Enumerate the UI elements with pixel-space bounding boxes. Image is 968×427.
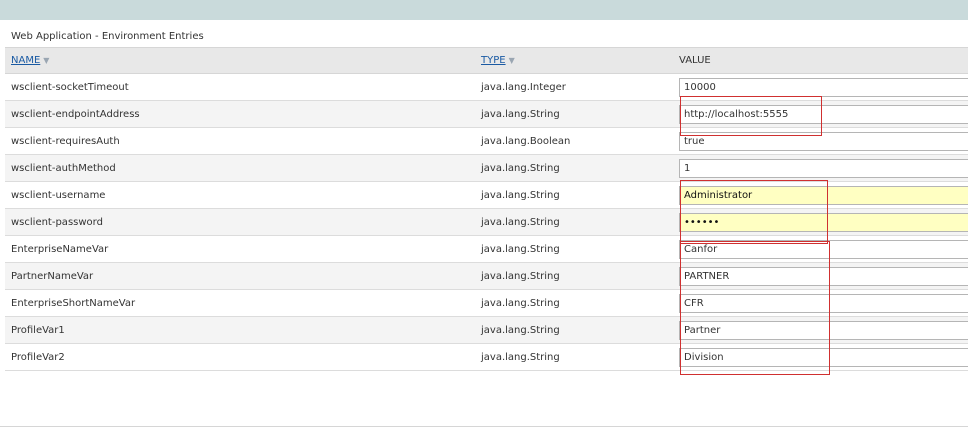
table-row: PartnerNameVar java.lang.String PARTNER: [5, 263, 968, 290]
entry-value-cell: 1: [679, 155, 968, 181]
entry-name: ProfileVar1: [11, 324, 65, 336]
panel-title: Web Application - Environment Entries: [11, 31, 204, 42]
table-row: wsclient-requiresAuth java.lang.Boolean tr…: [5, 128, 968, 155]
entry-value-cell: ••••••: [679, 209, 968, 235]
entry-value-cell: true: [679, 128, 968, 154]
table-row: wsclient-username java.lang.String Adminis…: [5, 182, 968, 209]
entry-type: java.lang.String: [481, 351, 560, 363]
table-row: wsclient-socketTimeout java.lang.Integer 1…: [5, 74, 968, 101]
entry-type: java.lang.String: [481, 297, 560, 309]
table-body: wsclient-socketTimeout java.lang.Integer 1…: [5, 74, 968, 371]
entry-name: ProfileVar2: [11, 351, 65, 363]
table-row: EnterpriseShortNameVar java.lang.String CF…: [5, 290, 968, 317]
column-header-type[interactable]: TYPE ▼: [481, 48, 515, 73]
environment-entries-table: NAME ▼ TYPE ▼ VALUE wsclient-socketTimeo…: [5, 47, 968, 371]
value-input[interactable]: Partner: [679, 320, 968, 340]
entry-type: java.lang.String: [481, 324, 560, 336]
table-row: wsclient-endpointAddress java.lang.String…: [5, 101, 968, 128]
entry-type: java.lang.String: [481, 189, 560, 201]
entry-value-cell: CFR: [679, 290, 968, 316]
entry-name: wsclient-authMethod: [11, 162, 116, 174]
entry-name: wsclient-username: [11, 189, 106, 201]
entry-value-cell: Partner: [679, 317, 968, 343]
entry-type: java.lang.String: [481, 216, 560, 228]
value-input[interactable]: CFR: [679, 293, 968, 313]
sort-down-icon[interactable]: ▼: [43, 56, 49, 65]
value-input[interactable]: Canfor: [679, 239, 968, 259]
value-input[interactable]: PARTNER: [679, 266, 968, 286]
entry-name: wsclient-requiresAuth: [11, 135, 120, 147]
entry-value-cell: http://localhost:5555: [679, 101, 968, 127]
entry-type: java.lang.Integer: [481, 81, 566, 93]
value-input[interactable]: Division: [679, 347, 968, 367]
entry-name: PartnerNameVar: [11, 270, 94, 282]
entry-value-cell: 10000: [679, 74, 968, 100]
password-field[interactable]: ••••••: [679, 212, 968, 232]
entry-name: wsclient-socketTimeout: [11, 81, 129, 93]
table-row: wsclient-authMethod java.lang.String 1: [5, 155, 968, 182]
entry-name: EnterpriseNameVar: [11, 243, 109, 255]
table-header: NAME ▼ TYPE ▼ VALUE: [5, 47, 968, 74]
entry-value-cell: Canfor: [679, 236, 968, 262]
column-header-value: VALUE: [679, 55, 711, 66]
value-input[interactable]: Administrator: [679, 185, 968, 205]
table-row: EnterpriseNameVar java.lang.String Canfor: [5, 236, 968, 263]
entry-type: java.lang.String: [481, 162, 560, 174]
entry-type: java.lang.String: [481, 243, 560, 255]
table-row: wsclient-password java.lang.String ••••••: [5, 209, 968, 236]
value-input[interactable]: http://localhost:5555: [679, 104, 968, 124]
entry-name: wsclient-password: [11, 216, 103, 228]
entry-value-cell: Administrator: [679, 182, 968, 208]
value-input[interactable]: 10000: [679, 77, 968, 97]
top-banner: [0, 0, 968, 20]
sort-by-type-link[interactable]: TYPE: [481, 55, 506, 66]
table-row: ProfileVar2 java.lang.String Division: [5, 344, 968, 371]
sort-by-name-link[interactable]: NAME: [11, 55, 40, 66]
entry-value-cell: Division: [679, 344, 968, 370]
column-header-name[interactable]: NAME ▼: [11, 48, 49, 73]
entry-type: java.lang.Boolean: [481, 135, 571, 147]
entry-name: EnterpriseShortNameVar: [11, 297, 136, 309]
entry-type: java.lang.String: [481, 108, 560, 120]
value-input[interactable]: true: [679, 131, 968, 151]
table-row: ProfileVar1 java.lang.String Partner: [5, 317, 968, 344]
value-input[interactable]: 1: [679, 158, 968, 178]
entry-name: wsclient-endpointAddress: [11, 108, 140, 120]
entry-value-cell: PARTNER: [679, 263, 968, 289]
sort-down-icon[interactable]: ▼: [509, 56, 515, 65]
entry-type: java.lang.String: [481, 270, 560, 282]
